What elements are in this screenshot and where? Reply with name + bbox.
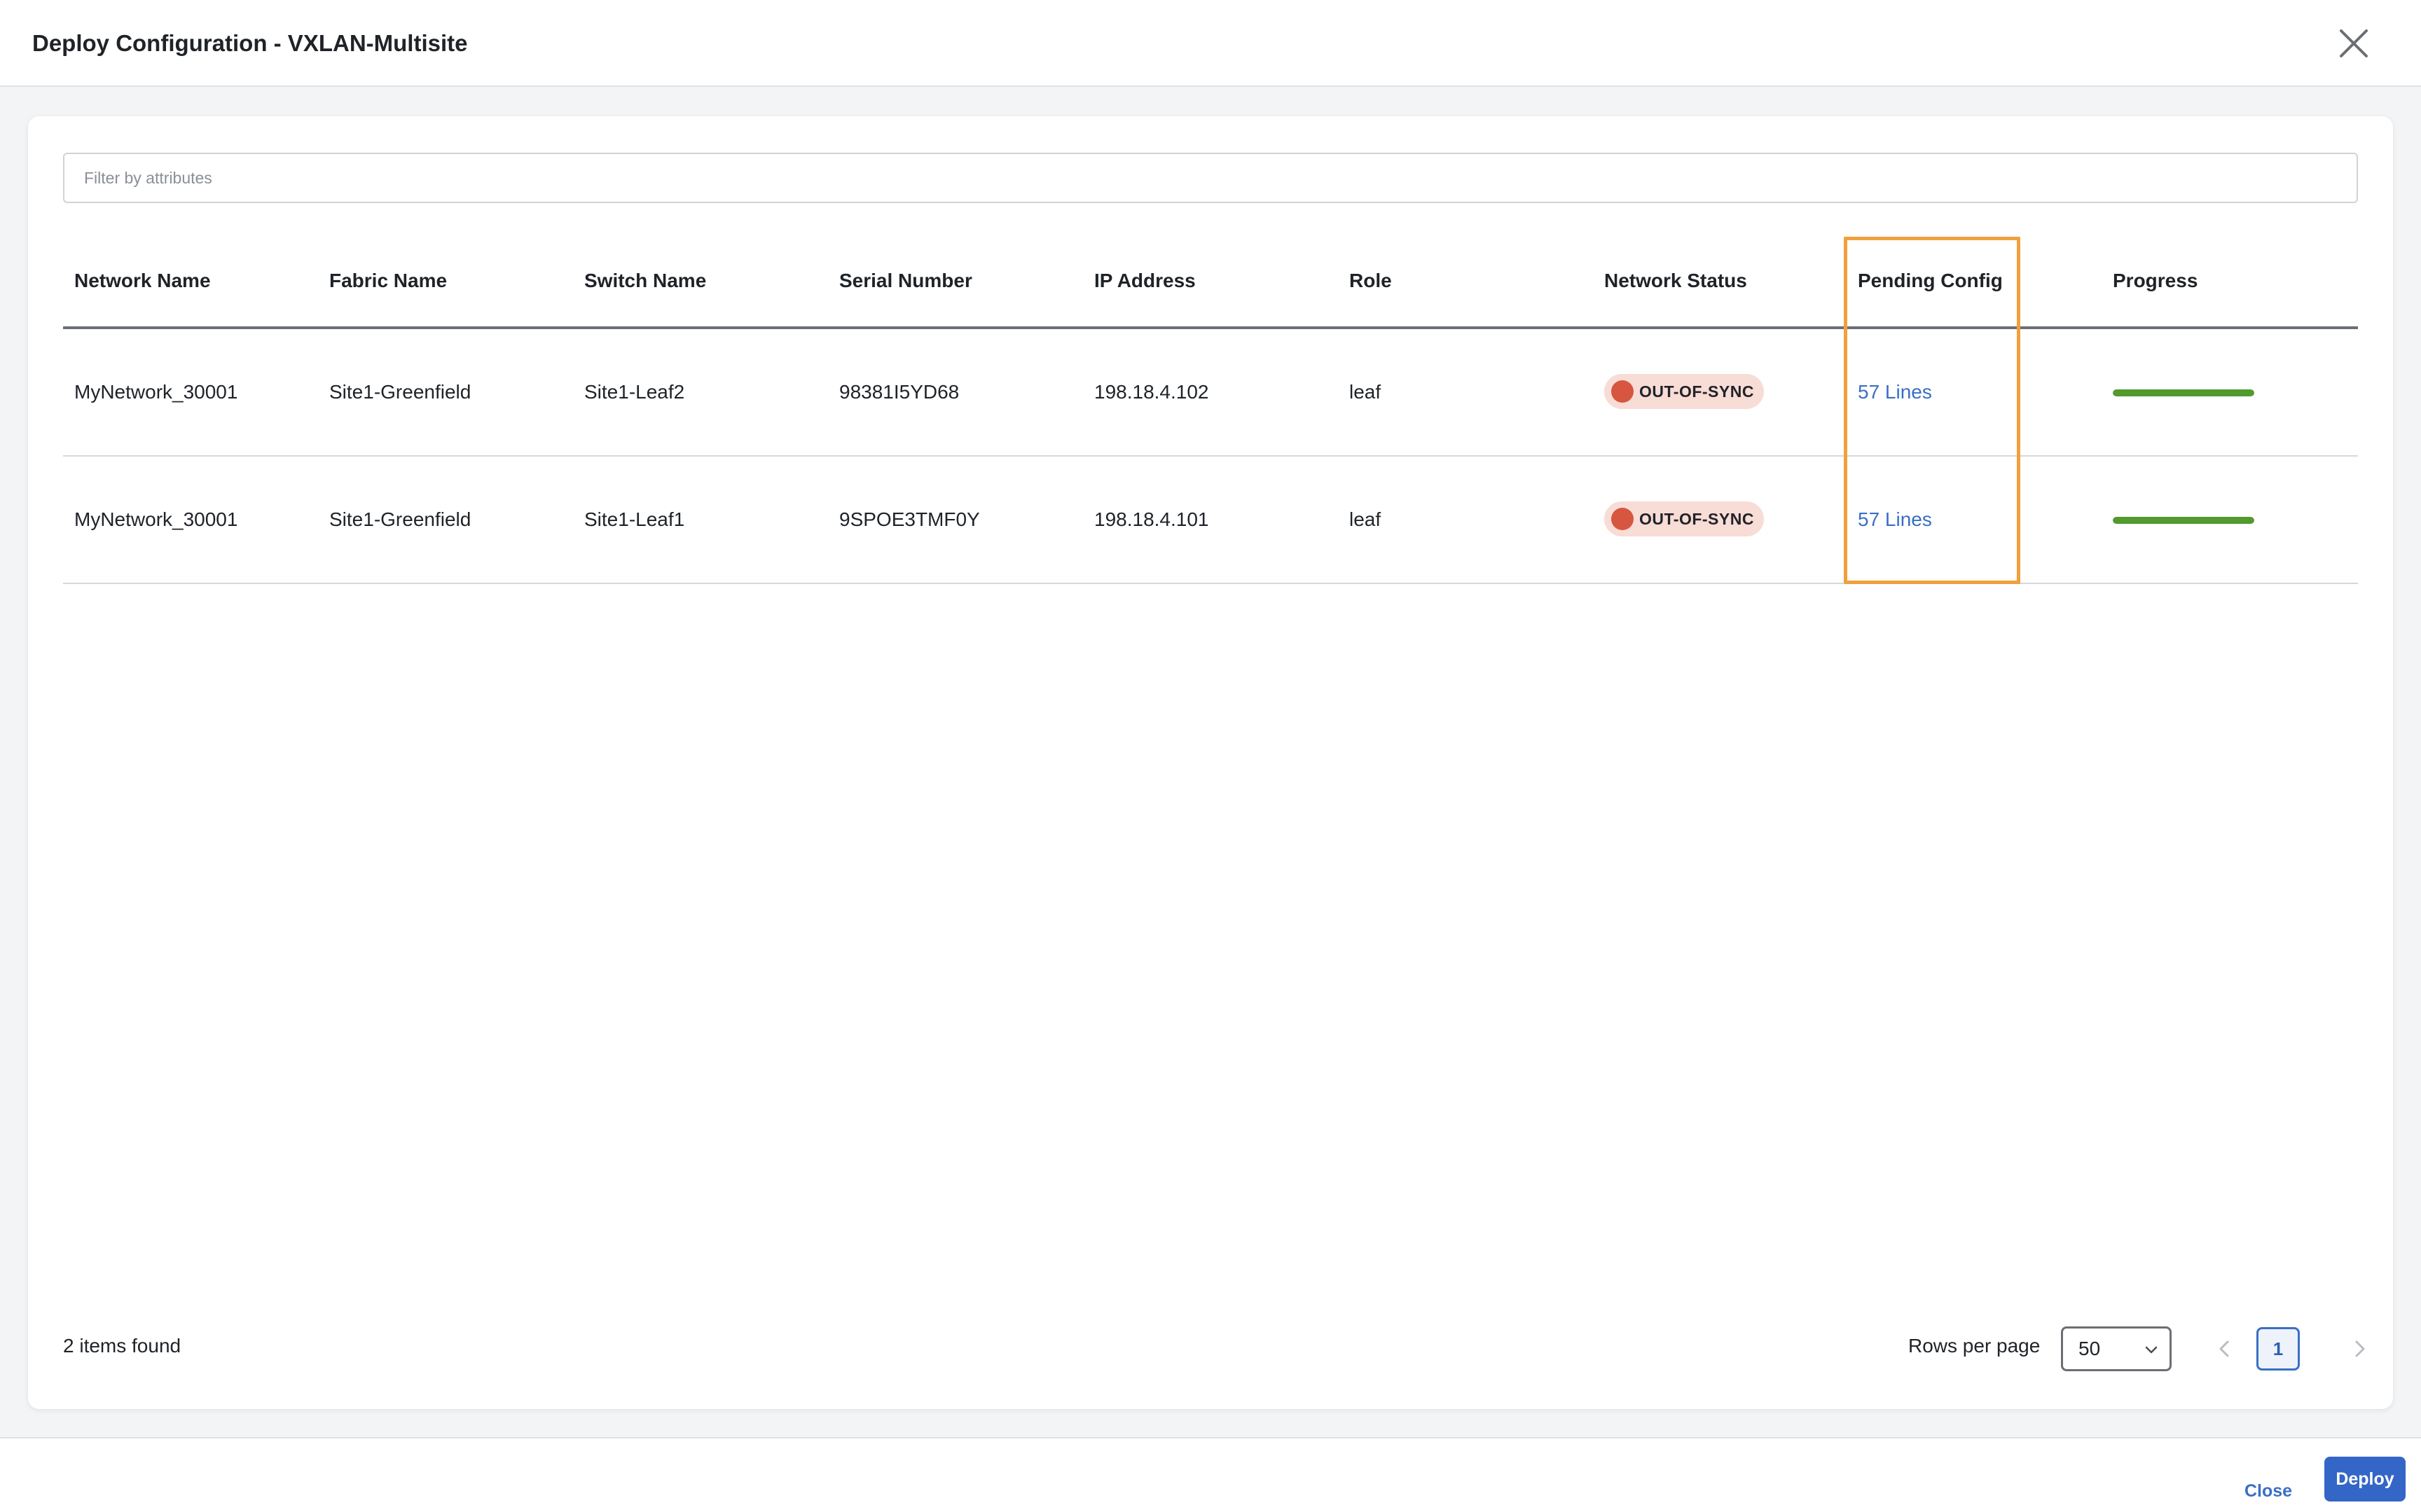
cell-network-name: MyNetwork_30001	[74, 381, 238, 403]
status-badge: OUT-OF-SYNC	[1604, 501, 1764, 536]
column-header-network-name[interactable]: Network Name	[74, 235, 211, 326]
cell-serial-number: 9SPOE3TMF0Y	[839, 508, 980, 530]
rows-per-page-label: Rows per page	[1908, 1335, 2041, 1357]
deploy-configuration-dialog: Deploy Configuration - VXLAN-Multisite N…	[0, 0, 2421, 1512]
progress-bar-fill	[2113, 389, 2254, 396]
page-number-button[interactable]: 1	[2256, 1327, 2300, 1371]
column-header-serial-number[interactable]: Serial Number	[839, 235, 972, 326]
rows-per-page-select[interactable]: 50	[2061, 1326, 2172, 1371]
filter-input[interactable]	[63, 153, 2358, 203]
cell-fabric-name: Site1-Greenfield	[329, 508, 471, 530]
column-header-progress[interactable]: Progress	[2113, 235, 2198, 326]
previous-page-button[interactable]	[2208, 1332, 2242, 1366]
status-dot-icon	[1611, 380, 1634, 403]
cell-network-name: MyNetwork_30001	[74, 508, 238, 530]
cell-switch-name: Site1-Leaf2	[584, 381, 685, 403]
cell-ip-address: 198.18.4.102	[1094, 381, 1209, 403]
column-header-network-status[interactable]: Network Status	[1604, 235, 1747, 326]
chevron-left-icon	[2219, 1340, 2229, 1357]
cell-role: leaf	[1349, 381, 1381, 403]
cell-switch-name: Site1-Leaf1	[584, 508, 685, 530]
column-header-fabric-name[interactable]: Fabric Name	[329, 235, 447, 326]
column-header-pending-config[interactable]: Pending Config	[1858, 235, 2003, 326]
status-badge: OUT-OF-SYNC	[1604, 374, 1764, 409]
deploy-table-card: Network Name Fabric Name Switch Name Ser…	[28, 116, 2393, 1409]
table-row[interactable]: MyNetwork_30001 Site1-Greenfield Site1-L…	[63, 457, 2358, 584]
progress-bar	[2113, 389, 2254, 396]
table-row[interactable]: MyNetwork_30001 Site1-Greenfield Site1-L…	[63, 329, 2358, 457]
rows-per-page-value: 50	[2078, 1338, 2101, 1359]
cell-serial-number: 98381I5YD68	[839, 381, 960, 403]
dialog-header: Deploy Configuration - VXLAN-Multisite	[0, 0, 2421, 87]
pending-config-link[interactable]: 57 Lines	[1858, 329, 1932, 455]
table-header: Network Name Fabric Name Switch Name Ser…	[63, 235, 2358, 329]
dialog-footer: Close Deploy	[0, 1437, 2421, 1512]
column-header-ip-address[interactable]: IP Address	[1094, 235, 1196, 326]
progress-bar	[2113, 517, 2254, 524]
status-badge-label: OUT-OF-SYNC	[1639, 510, 1754, 528]
chevron-down-icon	[2145, 1346, 2158, 1354]
cell-ip-address: 198.18.4.101	[1094, 508, 1209, 530]
status-dot-icon	[1611, 508, 1634, 530]
column-header-role[interactable]: Role	[1349, 235, 1392, 326]
status-badge-label: OUT-OF-SYNC	[1639, 382, 1754, 401]
cell-fabric-name: Site1-Greenfield	[329, 381, 471, 403]
next-page-button[interactable]	[2343, 1332, 2376, 1366]
items-found-count: 2 items found	[63, 1335, 181, 1357]
cell-role: leaf	[1349, 508, 1381, 530]
close-icon[interactable]	[2334, 24, 2373, 63]
column-header-switch-name[interactable]: Switch Name	[584, 235, 706, 326]
close-button[interactable]: Close	[2244, 1472, 2292, 1510]
pending-config-link[interactable]: 57 Lines	[1858, 457, 1932, 583]
progress-bar-fill	[2113, 517, 2254, 524]
chevron-right-icon	[2355, 1340, 2365, 1357]
dialog-title: Deploy Configuration - VXLAN-Multisite	[32, 30, 468, 56]
deploy-button[interactable]: Deploy	[2324, 1457, 2406, 1501]
